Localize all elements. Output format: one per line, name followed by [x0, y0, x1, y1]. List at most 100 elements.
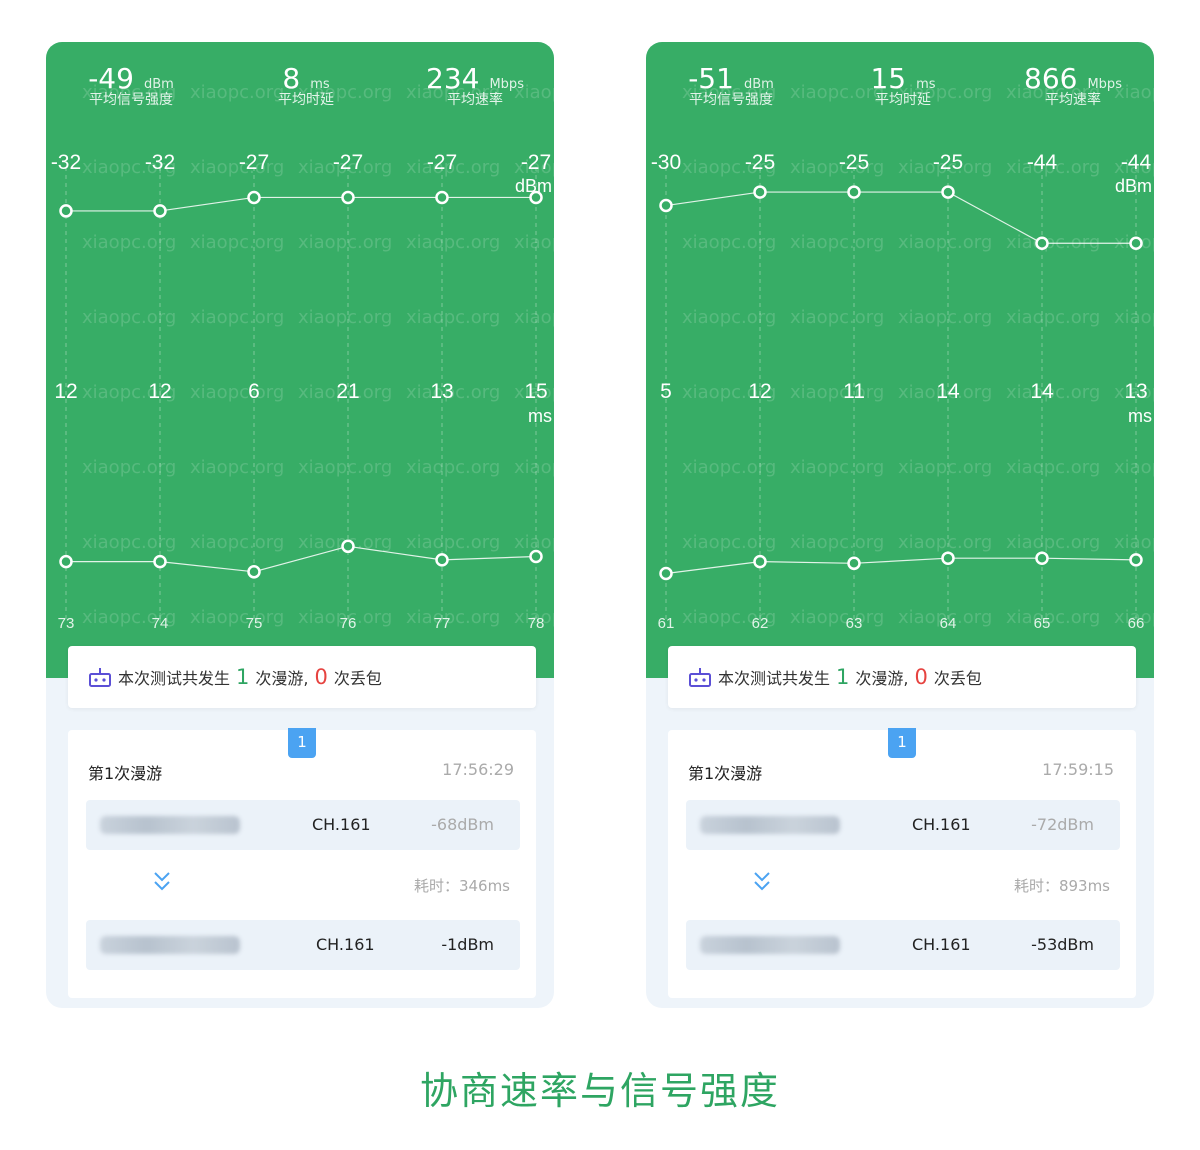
latency-point — [753, 554, 767, 569]
signal-latency-chart: -30 -25 -25 -25 -44 -44dBm5 12 11 14 14 13ms61 62 63… — [651, 151, 1152, 632]
signal-line — [66, 196, 536, 212]
signal-point — [247, 190, 261, 205]
x-tick-label: 63 — [846, 615, 863, 632]
latency-point — [847, 556, 861, 571]
signal-latency-chart: -32 -32 -27 -27 -27 -27dBm12 12 6 21 13 15ms73 74 75… — [51, 151, 552, 632]
loss-count: 0 — [314, 665, 328, 689]
ap-to-row: CH.161 -53dBm — [686, 920, 1120, 970]
roam-time: 17:56:29 — [442, 760, 514, 779]
roam-index-badge: 1 — [288, 728, 316, 758]
signal-value-label: -32 — [145, 151, 175, 174]
chevron-down-icon — [154, 872, 170, 891]
latency-point — [1129, 553, 1143, 567]
x-tick-label: 77 — [434, 615, 451, 632]
roam-elapsed: 耗时：893ms — [1013, 877, 1110, 895]
latency-value-label: 21 — [336, 380, 359, 403]
loss-label: 次丢包 — [333, 669, 382, 688]
latency-point — [941, 551, 955, 565]
signal-point — [941, 185, 955, 199]
x-tick-label: 78 — [528, 615, 545, 632]
latency-unit-label: ms — [528, 406, 552, 426]
latency-value-label: 13 — [430, 380, 453, 403]
latency-value-label: 14 — [936, 380, 960, 403]
latency-point — [659, 566, 673, 581]
roam-label: 次漫游, — [255, 669, 309, 688]
ap-channel: CH.161 — [912, 935, 971, 954]
roam-detail-card[interactable]: 1 第1次漫游 17:59:15 CH.161 -72dBm 耗时：893ms … — [668, 728, 1136, 998]
signal-point — [1035, 236, 1049, 250]
blurred-ap-name — [100, 816, 240, 834]
x-tick-label: 62 — [752, 615, 769, 632]
roam-label: 次漫游, — [855, 669, 909, 688]
x-tick-label: 73 — [58, 615, 75, 632]
signal-value-label: -32 — [51, 151, 81, 174]
signal-point — [341, 190, 355, 205]
roam-time: 17:59:15 — [1042, 760, 1114, 779]
latency-point — [247, 565, 261, 579]
roam-title: 第1次漫游 — [688, 764, 763, 783]
latency-unit-label: ms — [1128, 406, 1152, 426]
signal-point — [435, 190, 449, 205]
ap-from-row: CH.161 -72dBm — [686, 800, 1120, 850]
ap-channel: CH.161 — [316, 935, 375, 954]
ap-signal: -1dBm — [441, 935, 494, 954]
router-icon — [89, 668, 111, 687]
signal-value-label: -27 — [239, 151, 269, 174]
roam-index-badge: 1 — [888, 728, 916, 758]
latency-value-label: 12 — [54, 380, 77, 403]
summary-prefix: 本次测试共发生 — [718, 669, 831, 688]
latency-value-label: 14 — [1030, 380, 1054, 403]
blurred-ap-name — [100, 936, 240, 954]
figure-caption: 协商速率与信号强度 — [419, 1069, 780, 1113]
x-tick-label: 64 — [940, 615, 957, 632]
x-tick-label: 76 — [340, 615, 357, 632]
signal-value-label: -27 — [333, 151, 363, 174]
latency-point — [341, 539, 355, 554]
ap-channel: CH.161 — [312, 815, 371, 834]
latency-value-label: 12 — [148, 380, 171, 403]
signal-point — [753, 185, 767, 199]
latency-value-label: 13 — [1124, 380, 1147, 403]
latency-value-label: 5 — [660, 380, 672, 403]
roam-count: 1 — [236, 665, 250, 689]
signal-value-label: -25 — [839, 151, 869, 174]
latency-value-label: 12 — [748, 380, 771, 403]
signal-point — [1129, 236, 1143, 250]
x-tick-label: 61 — [658, 615, 675, 632]
roam-summary: 本次测试共发生 1 次漫游, 0 次丢包 — [668, 646, 1136, 708]
loss-label: 次丢包 — [933, 669, 982, 688]
blurred-ap-name — [700, 936, 840, 954]
signal-point — [659, 198, 673, 213]
signal-unit-label: dBm — [515, 176, 552, 196]
roam-title: 第1次漫游 — [88, 764, 163, 783]
ap-channel: CH.161 — [912, 815, 971, 834]
x-tick-label: 75 — [246, 615, 263, 632]
signal-point — [153, 204, 167, 218]
latency-line — [665, 557, 1137, 575]
roam-count: 1 — [836, 665, 850, 689]
latency-point — [435, 553, 449, 567]
latency-line — [66, 545, 537, 573]
signal-value-label: -44 — [1027, 151, 1058, 174]
latency-point — [153, 554, 167, 569]
summary-prefix: 本次测试共发生 — [118, 669, 231, 688]
signal-unit-label: dBm — [1115, 176, 1152, 196]
signal-point — [59, 204, 73, 218]
ap-signal: -72dBm — [1031, 815, 1094, 834]
roam-elapsed: 耗时：346ms — [413, 877, 510, 895]
latency-value-label: 15 — [524, 380, 547, 403]
x-tick-label: 74 — [152, 615, 169, 632]
latency-point — [1035, 551, 1049, 565]
roaming-panel-2: xiaopc.orgxiaopc.orgxiaopc.orgxiaopc.org… — [646, 42, 1154, 1008]
roam-summary: 本次测试共发生 1 次漫游, 0 次丢包 — [68, 646, 536, 708]
loss-count: 0 — [914, 665, 928, 689]
roaming-panel-1: xiaopc.orgxiaopc.orgxiaopc.orgxiaopc.org… — [46, 42, 554, 1008]
latency-value-label: 11 — [843, 380, 865, 403]
x-tick-label: 65 — [1034, 615, 1051, 632]
latency-point — [529, 549, 543, 564]
latency-value-label: 6 — [248, 380, 260, 403]
blurred-ap-name — [700, 816, 840, 834]
roam-detail-card[interactable]: 1 第1次漫游 17:56:29 CH.161 -68dBm 耗时：346ms … — [68, 728, 536, 998]
signal-value-label: -44 — [1121, 151, 1152, 174]
signal-value-label: -30 — [651, 151, 681, 174]
